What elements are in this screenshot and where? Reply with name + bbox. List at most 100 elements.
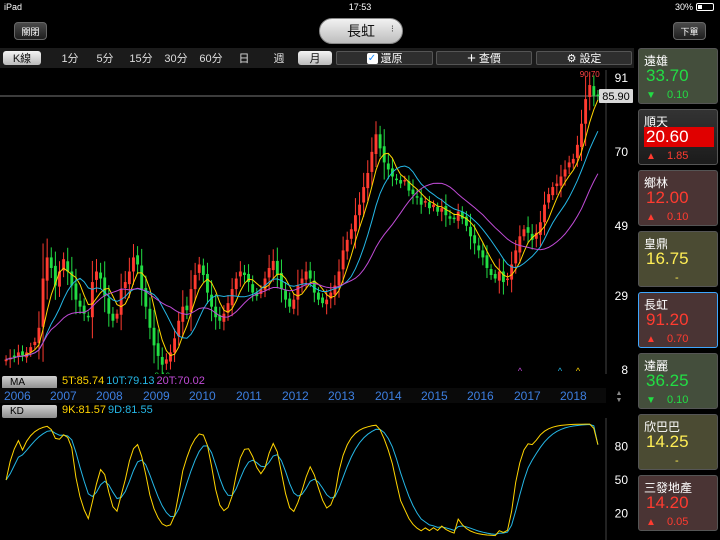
candle-body xyxy=(275,260,279,276)
ma5-line xyxy=(6,99,599,360)
candle-body xyxy=(41,278,45,327)
kd-chart[interactable]: 20 50 80 xyxy=(0,418,634,540)
d-line xyxy=(5,423,599,535)
signal-marker-icon: ^ xyxy=(558,366,563,374)
candle-body xyxy=(452,217,456,220)
candle-body xyxy=(411,189,415,195)
candle-body xyxy=(152,327,156,346)
stock-price: 16.75 xyxy=(646,249,689,268)
year-label: 2007 xyxy=(50,389,77,403)
candle-body xyxy=(206,273,209,293)
candle-body xyxy=(497,271,501,281)
year-label: 2012 xyxy=(282,389,309,403)
period-week[interactable]: 週 xyxy=(269,51,289,65)
kline-button[interactable]: K線 xyxy=(3,51,41,65)
candle-body xyxy=(473,235,477,244)
candle-body xyxy=(386,163,390,170)
watchlist-item[interactable]: 順天 20.60 ▲ 1.85 xyxy=(638,109,718,165)
drag-handle-icon: ⁝ xyxy=(390,24,394,35)
period-15min[interactable]: 15分 xyxy=(126,51,156,65)
year-label: 2013 xyxy=(328,389,355,403)
candle-body xyxy=(440,208,444,212)
candle-body xyxy=(21,351,24,356)
candle-body xyxy=(551,187,555,196)
candle-body xyxy=(469,226,472,237)
candle-body xyxy=(485,255,489,268)
ma10-value: 10T:79.13 xyxy=(106,375,155,387)
candle-body xyxy=(78,300,82,307)
candle-body xyxy=(555,183,559,187)
stock-change: 0.10 xyxy=(667,211,689,223)
candle-body xyxy=(234,278,238,290)
candle-body xyxy=(210,294,214,307)
year-label: 2015 xyxy=(421,389,448,403)
period-day[interactable]: 日 xyxy=(234,51,254,65)
k-line xyxy=(5,423,599,537)
query-price-button[interactable]: + 查價 xyxy=(436,50,532,67)
year-label: 2010 xyxy=(189,389,216,403)
period-5min[interactable]: 5分 xyxy=(92,51,118,65)
ma20-value: 20T:70.02 xyxy=(156,375,205,387)
settings-button[interactable]: ⚙ 設定 xyxy=(536,51,632,65)
candle-body xyxy=(419,197,423,205)
watchlist-item[interactable]: 欣巴巴 14.25- xyxy=(638,414,718,470)
candle-body xyxy=(95,271,98,280)
close-button[interactable]: 關閉 xyxy=(14,22,47,40)
watchlist-item[interactable]: 遠雄 33.70 ▼ 0.10 xyxy=(638,48,718,104)
period-1min[interactable]: 1分 xyxy=(57,51,83,65)
candle-body xyxy=(341,250,345,270)
candle-body xyxy=(596,94,600,97)
watchlist-item[interactable]: 三發地產 14.20 ▲ 0.05 xyxy=(638,475,718,531)
candle-body xyxy=(49,257,53,268)
watchlist-item[interactable]: 皇鼎 16.75- xyxy=(638,231,718,287)
candle-body xyxy=(374,134,378,154)
candle-body xyxy=(403,180,407,182)
watchlist-item[interactable]: 達麗 36.25 ▼ 0.10 xyxy=(638,353,718,409)
year-label: 2006 xyxy=(4,389,31,403)
y-tick-label: 49 xyxy=(615,219,629,233)
period-month[interactable]: 月 xyxy=(298,51,332,65)
candle-body xyxy=(567,162,571,168)
period-30min[interactable]: 30分 xyxy=(161,51,191,65)
candle-body xyxy=(201,265,205,276)
y-tick-label: 70 xyxy=(615,145,629,159)
stock-title-button[interactable]: 長虹 ⁝ xyxy=(319,18,403,44)
kd-legend: 9K:81.57 9D:81.55 xyxy=(62,404,153,416)
year-label: 2008 xyxy=(96,389,123,403)
candle-body xyxy=(448,216,452,219)
candle-body xyxy=(547,194,551,203)
restore-label: 還原 xyxy=(380,53,403,65)
price-chart[interactable]: 8 29 49 70 91 85.90 90.70 8.10 ^ ^ ^ xyxy=(0,70,634,374)
page-title: 長虹 xyxy=(347,23,375,39)
candle-body xyxy=(349,229,353,239)
candle-body xyxy=(370,151,374,172)
watchlist-item[interactable]: 鄉林 12.00 ▲ 0.10 xyxy=(638,170,718,226)
candle-body xyxy=(584,99,588,124)
signal-marker-icon: ^ xyxy=(518,366,523,374)
period-60min[interactable]: 60分 xyxy=(196,51,226,65)
stock-price: 33.70 xyxy=(646,66,689,85)
stock-change: 1.85 xyxy=(667,150,689,162)
candle-body xyxy=(423,201,427,203)
candle-body xyxy=(304,271,308,280)
stock-price: 36.25 xyxy=(646,371,689,390)
candle-body xyxy=(571,158,575,164)
candle-body xyxy=(543,204,546,223)
watchlist-item[interactable]: 長虹 91.20 ▲ 0.70 xyxy=(638,292,718,348)
stock-change: 0.05 xyxy=(667,516,689,528)
candle-body xyxy=(148,308,152,328)
checkbox-checked-icon: ✓ xyxy=(366,52,378,64)
candle-body xyxy=(127,271,131,285)
candle-body xyxy=(164,359,168,364)
candle-body xyxy=(267,267,271,278)
kd-y-tick-label: 80 xyxy=(615,439,629,453)
gear-icon: ⚙ xyxy=(566,52,577,65)
order-button[interactable]: 下單 xyxy=(673,22,706,40)
signal-marker-icon: ^ xyxy=(576,366,581,374)
y-tick-label: 91 xyxy=(615,71,629,85)
candle-body xyxy=(173,338,177,353)
scroll-arrows-icon[interactable]: ▲ ▼ xyxy=(613,390,625,404)
candle-body xyxy=(395,178,398,181)
up-arrow-icon: ▲ xyxy=(646,212,656,223)
restore-toggle[interactable]: ✓ 還原 xyxy=(336,51,433,65)
